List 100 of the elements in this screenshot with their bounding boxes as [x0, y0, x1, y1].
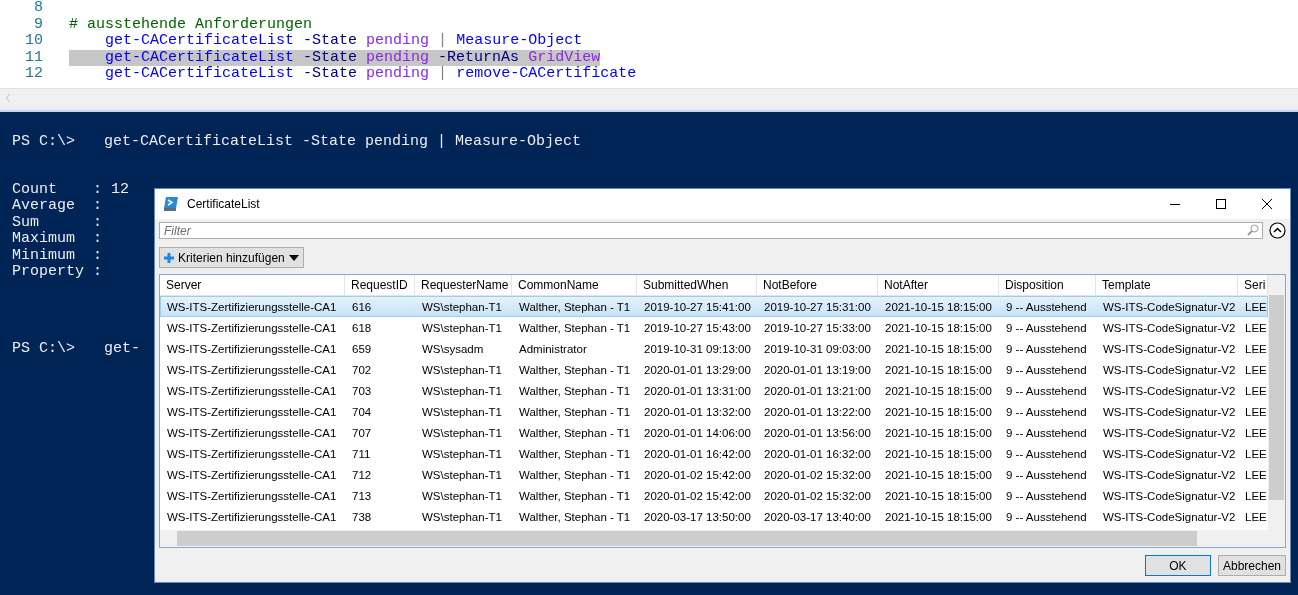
table-row[interactable]: WS-ITS-Zertifizierungsstelle-CA1 703 WS\stephan-T1 Walther, Stephan - T1 2020-01-01 13:31:00 2020-01-01 13:21:00 2021-10-15 18:15:00 9 -- Ausstehend WS-ITS-CodeSignatur-V2 LEE: [160, 380, 1268, 401]
add-criteria-button[interactable]: Kriterien hinzufügen: [159, 247, 304, 268]
collapse-icon[interactable]: [1269, 222, 1286, 239]
table-cell-text: 711: [351, 447, 372, 460]
column-header[interactable]: NotBefore: [757, 275, 878, 295]
table-cell-text: WS-ITS-Zertifizierungsstelle-CA1: [166, 510, 338, 523]
table-cell-text: WS\stephan-T1: [421, 384, 503, 397]
table-cell-text: LEE: [1244, 426, 1267, 439]
horizontal-scrollbar[interactable]: [160, 530, 1268, 547]
console-output: Property :: [12, 263, 102, 281]
console-command: get-CACertificateList -State pending | Measure-Object: [104, 133, 582, 150]
table-cell-text: WS-ITS-Zertifizierungsstelle-CA1: [166, 342, 338, 355]
table-cell-text: Administrator: [518, 342, 588, 355]
column-header[interactable]: Template: [1096, 275, 1238, 295]
table-cell-text: 2020-01-01 13:56:00: [763, 426, 872, 439]
column-header[interactable]: Disposition: [999, 275, 1096, 295]
table-cell-text: 2020-01-01 13:21:00: [763, 384, 872, 397]
vertical-scrollbar[interactable]: [1268, 275, 1285, 530]
table-cell-text: 2021-10-15 18:15:00: [884, 405, 993, 418]
table-row[interactable]: WS-ITS-Zertifizierungsstelle-CA1 659 WS\sysadm Administrator 2019-10-31 09:13:00 2019-10-31 09:03:00 2021-10-15 18:15:00 9 -- Ausstehend WS-ITS-CodeSignatur-V2 LEE: [160, 338, 1268, 359]
table-cell-text: WS-ITS-Zertifizierungsstelle-CA1: [166, 321, 338, 334]
table-cell-text: WS-ITS-Zertifizierungsstelle-CA1: [166, 384, 338, 397]
table-cell-text: 2021-10-15 18:15:00: [884, 447, 993, 460]
column-header[interactable]: NotAfter: [878, 275, 999, 295]
table-cell-text: 2020-01-01 13:19:00: [763, 363, 872, 376]
table-row[interactable]: WS-ITS-Zertifizierungsstelle-CA1 704 WS\stephan-T1 Walther, Stephan - T1 2020-01-01 13:32:00 2020-01-01 13:22:00 2021-10-15 18:15:00 9 -- Ausstehend WS-ITS-CodeSignatur-V2 LEE: [160, 401, 1268, 422]
console-output: Sum :: [12, 213, 102, 231]
table-row[interactable]: WS-ITS-Zertifizierungsstelle-CA1 712 WS\stephan-T1 Walther, Stephan - T1 2020-01-02 15:42:00 2020-01-02 15:32:00 2021-10-15 18:15:00 9 -- Ausstehend WS-ITS-CodeSignatur-V2 LEE: [160, 464, 1268, 485]
table-cell-text: 2020-03-17 13:40:00: [763, 510, 872, 523]
table-cell-text: LEE: [1244, 447, 1267, 460]
table-row[interactable]: WS-ITS-Zertifizierungsstelle-CA1 711 WS\stephan-T1 Walther, Stephan - T1 2020-01-01 16:42:00 2020-01-01 16:32:00 2021-10-15 18:15:00 9 -- Ausstehend WS-ITS-CodeSignatur-V2 LEE: [160, 443, 1268, 464]
table-row[interactable]: WS-ITS-Zertifizierungsstelle-CA1 707 WS\stephan-T1 Walther, Stephan - T1 2020-01-01 14:06:00 2020-01-01 13:56:00 2021-10-15 18:15:00 9 -- Ausstehend WS-ITS-CodeSignatur-V2 LEE: [160, 422, 1268, 443]
table-row[interactable]: WS-ITS-Zertifizierungsstelle-CA1 713 WS\stephan-T1 Walther, Stephan - T1 2020-01-02 15:42:00 2020-01-02 15:32:00 2021-10-15 18:15:00 9 -- Ausstehend WS-ITS-CodeSignatur-V2 LEE: [160, 485, 1268, 506]
table-cell-text: WS\stephan-T1: [421, 426, 503, 439]
table-cell-text: WS-ITS-CodeSignatur-V2: [1102, 321, 1237, 334]
console-prompt: PS C:\>: [12, 340, 76, 358]
table-cell-text: WS-ITS-CodeSignatur-V2: [1102, 384, 1237, 397]
table-cell-text: WS\stephan-T1: [421, 405, 503, 418]
console-prompt: PS C:\>: [12, 133, 76, 150]
table-cell-text: WS-ITS-Zertifizierungsstelle-CA1: [166, 426, 338, 439]
table-cell-text: WS-ITS-CodeSignatur-V2: [1102, 468, 1237, 481]
table-cell-text: WS-ITS-Zertifizierungsstelle-CA1: [166, 447, 338, 460]
table-cell-text: LEE: [1244, 510, 1267, 523]
dialog-button[interactable]: Abbrechen: [1217, 555, 1286, 576]
table-cell-text: Walther, Stephan - T1: [518, 447, 632, 460]
table-cell-text: 2021-10-15 18:15:00: [884, 489, 993, 502]
filter-field[interactable]: Filter: [159, 222, 1263, 239]
table-cell-text: 618: [351, 321, 373, 334]
table-cell-text: 9 -- Ausstehend: [1005, 405, 1088, 418]
table-cell-text: 2020-01-01 13:31:00: [643, 384, 752, 397]
table-cell-text: 2020-01-01 13:32:00: [643, 405, 752, 418]
table-cell-text: WS\stephan-T1: [421, 363, 503, 376]
table-cell-text: 2021-10-15 18:15:00: [884, 300, 993, 313]
table-cell-text: 9 -- Ausstehend: [1005, 489, 1088, 502]
table-cell-text: 9 -- Ausstehend: [1005, 363, 1088, 376]
table-cell-text: Walther, Stephan - T1: [518, 384, 632, 397]
table-cell-text: 2020-01-01 13:22:00: [763, 405, 872, 418]
table-cell-text: WS-ITS-Zertifizierungsstelle-CA1: [166, 468, 338, 481]
code-line: get-CACertificateList -State pending | remove-CACertificate: [104, 66, 637, 83]
table-cell-text: 2020-01-01 16:42:00: [643, 447, 752, 460]
table-row[interactable]: WS-ITS-Zertifizierungsstelle-CA1 738 WS\stephan-T1 Walther, Stephan - T1 2020-03-17 13:50:00 2020-03-17 13:40:00 2021-10-15 18:15:00 9 -- Ausstehend WS-ITS-CodeSignatur-V2 LEE: [160, 506, 1268, 527]
table-cell-text: WS\sysadm: [421, 342, 485, 355]
table-row[interactable]: WS-ITS-Zertifizierungsstelle-CA1 618 WS\stephan-T1 Walther, Stephan - T1 2019-10-27 15:43:00 2019-10-27 15:33:00 2021-10-15 18:15:00 9 -- Ausstehend WS-ITS-CodeSignatur-V2 LEE: [160, 317, 1268, 338]
table-cell-text: 2021-10-15 18:15:00: [884, 384, 993, 397]
table-cell-text: 2020-01-02 15:42:00: [643, 489, 752, 502]
table-cell-text: 2020-01-02 15:42:00: [643, 468, 752, 481]
column-header[interactable]: Server: [160, 275, 345, 295]
table-cell-text: Walther, Stephan - T1: [518, 300, 632, 313]
console-output: Average :: [12, 197, 102, 215]
table-cell-text: 9 -- Ausstehend: [1005, 468, 1088, 481]
table-cell-text: WS\stephan-T1: [421, 489, 503, 502]
table-cell-text: 2021-10-15 18:15:00: [884, 363, 993, 376]
table-cell-text: 712: [351, 468, 373, 481]
table-cell-text: 2020-03-17 13:50:00: [643, 510, 752, 523]
table-cell-text: WS-ITS-CodeSignatur-V2: [1102, 300, 1237, 313]
table-row[interactable]: WS-ITS-Zertifizierungsstelle-CA1 616 WS\stephan-T1 Walther, Stephan - T1 2019-10-27 15:41:00 2019-10-27 15:31:00 2021-10-15 18:15:00 9 -- Ausstehend WS-ITS-CodeSignatur-V2 LEE: [160, 296, 1268, 317]
console-command: get-: [104, 340, 140, 358]
line-number: 12: [24, 66, 43, 83]
table-cell-text: 616: [351, 300, 373, 313]
dialog-button[interactable]: OK: [1144, 555, 1211, 576]
column-header[interactable]: CommonName: [512, 275, 637, 295]
table-cell-text: Walther, Stephan - T1: [518, 321, 632, 334]
column-header[interactable]: RequestID: [345, 275, 415, 295]
table-cell-text: 2020-01-02 15:32:00: [763, 489, 872, 502]
console-output: Maximum :: [12, 230, 102, 248]
table-cell-text: 9 -- Ausstehend: [1005, 342, 1088, 355]
maximize-icon: [1216, 199, 1226, 209]
table-cell-text: WS-ITS-CodeSignatur-V2: [1102, 447, 1237, 460]
line-number: 8: [33, 0, 43, 17]
table-cell-text: 2019-10-31 09:03:00: [763, 342, 872, 355]
scrollbar-thumb[interactable]: [1269, 295, 1284, 500]
horizontal-scrollbar[interactable]: [0, 88, 1298, 106]
table-row[interactable]: WS-ITS-Zertifizierungsstelle-CA1 702 WS\stephan-T1 Walther, Stephan - T1 2020-01-01 13:29:00 2020-01-01 13:19:00 2021-10-15 18:15:00 9 -- Ausstehend WS-ITS-CodeSignatur-V2 LEE: [160, 359, 1268, 380]
column-header[interactable]: RequesterName: [415, 275, 512, 295]
table-cell-text: 9 -- Ausstehend: [1005, 321, 1088, 334]
table-cell-text: LEE: [1244, 405, 1267, 418]
column-header[interactable]: SubmittedWhen: [637, 275, 757, 295]
scrollbar-thumb[interactable]: [177, 531, 1197, 546]
plus-icon: [164, 252, 174, 263]
table-cell-text: WS\stephan-T1: [421, 447, 503, 460]
